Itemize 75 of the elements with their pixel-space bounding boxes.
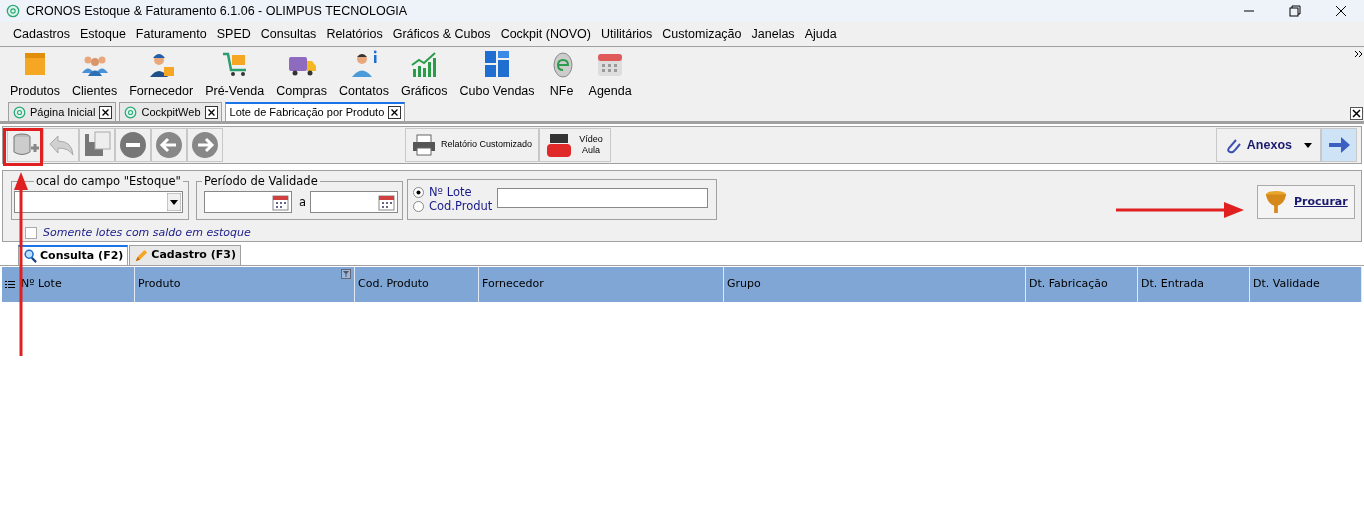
toolbar-button[interactable]: Compras bbox=[270, 49, 333, 103]
search-button[interactable]: Procurar bbox=[1257, 185, 1355, 219]
report-button[interactable]: Relatório Customizado bbox=[405, 128, 540, 162]
search-field[interactable] bbox=[497, 188, 708, 208]
toolbar-button[interactable]: Agenda bbox=[582, 49, 638, 103]
toolbar-button[interactable]: Fornecedor bbox=[123, 49, 200, 103]
menu-item[interactable]: Gráficos & Cubos bbox=[387, 24, 496, 44]
view-tab[interactable]: Consulta (F2) bbox=[18, 245, 129, 265]
tab-label: Página Inicial bbox=[30, 104, 96, 120]
tab-label: CockpitWeb bbox=[141, 104, 201, 120]
attachments-button[interactable]: Anexos bbox=[1215, 128, 1321, 162]
minus-icon bbox=[118, 130, 148, 160]
radio-label: Cod.Produt bbox=[429, 198, 493, 215]
logo-icon bbox=[124, 105, 138, 119]
caret-icon bbox=[167, 193, 181, 211]
forward-icon bbox=[190, 130, 220, 160]
filter-icon[interactable] bbox=[341, 269, 351, 279]
column-header[interactable]: Fornecedor bbox=[479, 267, 724, 302]
printer-icon bbox=[412, 134, 436, 156]
radio-button[interactable] bbox=[413, 187, 424, 199]
menu-item[interactable]: Cockpit (NOVO) bbox=[495, 24, 596, 44]
date-field[interactable] bbox=[204, 191, 292, 213]
menu-item[interactable]: Estoque bbox=[75, 24, 131, 44]
video-logo-icon bbox=[546, 132, 573, 158]
video-button[interactable]: Vídeo Aula bbox=[539, 128, 612, 162]
location-dropdown[interactable] bbox=[14, 191, 183, 213]
toolbar-button[interactable]: NFe bbox=[540, 49, 583, 103]
toolbar-button[interactable]: Clientes bbox=[66, 49, 124, 103]
menu-item[interactable]: Relatórios bbox=[321, 24, 388, 44]
toolbar-button[interactable]: Contatos bbox=[332, 49, 395, 103]
funnel-icon bbox=[1264, 189, 1288, 215]
document-tab[interactable]: Página Inicial bbox=[8, 102, 117, 121]
list-icon[interactable] bbox=[5, 279, 15, 290]
toolbar-button[interactable]: Gráficos bbox=[394, 49, 454, 103]
back-icon bbox=[154, 130, 184, 160]
column-header[interactable]: Produto bbox=[135, 267, 355, 302]
calendar-icon[interactable] bbox=[378, 194, 395, 211]
date-field[interactable] bbox=[310, 191, 398, 213]
view-tab[interactable]: Cadastro (F3) bbox=[129, 245, 241, 265]
radio-button[interactable] bbox=[413, 201, 424, 213]
toolbar-button[interactable]: Pré-Venda bbox=[199, 49, 271, 103]
column-header[interactable]: Nº Lote bbox=[2, 267, 135, 302]
column-header[interactable]: Cod. Produto bbox=[355, 267, 479, 302]
next-button[interactable] bbox=[1321, 128, 1357, 162]
pencil-icon bbox=[134, 248, 149, 263]
menu-item[interactable]: SPED bbox=[211, 24, 256, 44]
menu-item[interactable]: Faturamento bbox=[130, 24, 212, 44]
document-tab[interactable]: CockpitWeb bbox=[119, 102, 222, 121]
column-header[interactable]: Dt. Fabricação bbox=[1026, 267, 1138, 302]
column-header[interactable]: Dt. Validade bbox=[1250, 267, 1362, 302]
menu-item[interactable]: Customização bbox=[657, 24, 747, 44]
field-label: Período de Validade bbox=[202, 174, 320, 188]
magnifier-icon bbox=[23, 249, 37, 263]
window-title: CRONOS Estoque & Faturamento 6.1.06 - OLIMPUS TECNOLOGIA bbox=[26, 2, 408, 20]
logo-icon bbox=[13, 105, 26, 119]
column-header[interactable]: Dt. Entrada bbox=[1138, 267, 1250, 302]
checkbox[interactable] bbox=[25, 227, 37, 240]
calendar-icon[interactable] bbox=[272, 194, 289, 211]
overflow-icon[interactable] bbox=[1355, 51, 1363, 57]
menu-item[interactable]: Consultas bbox=[255, 24, 322, 44]
field-label: ocal do campo "Estoque" bbox=[34, 174, 183, 188]
close-icon[interactable] bbox=[1350, 107, 1363, 120]
menu-item[interactable]: Utilitários bbox=[595, 24, 658, 44]
tab-label: Lote de Fabricação por Produto bbox=[229, 105, 385, 121]
logo-icon bbox=[6, 4, 20, 18]
document-tab[interactable]: Lote de Fabricação por Produto bbox=[224, 102, 406, 121]
menu-item[interactable]: Janelas bbox=[746, 24, 800, 44]
menu-item[interactable]: Cadastros bbox=[8, 24, 75, 44]
range-separator: a bbox=[299, 194, 307, 211]
menu-item[interactable]: Ajuda bbox=[799, 24, 842, 44]
toolbar-button[interactable]: Cubo Vendas bbox=[453, 49, 541, 103]
radio-label: Nº Lote bbox=[429, 184, 472, 200]
checkbox-label: Somente lotes com saldo em estoque bbox=[43, 225, 251, 241]
caret-icon bbox=[1304, 142, 1312, 148]
column-header[interactable]: Grupo bbox=[724, 267, 1026, 302]
